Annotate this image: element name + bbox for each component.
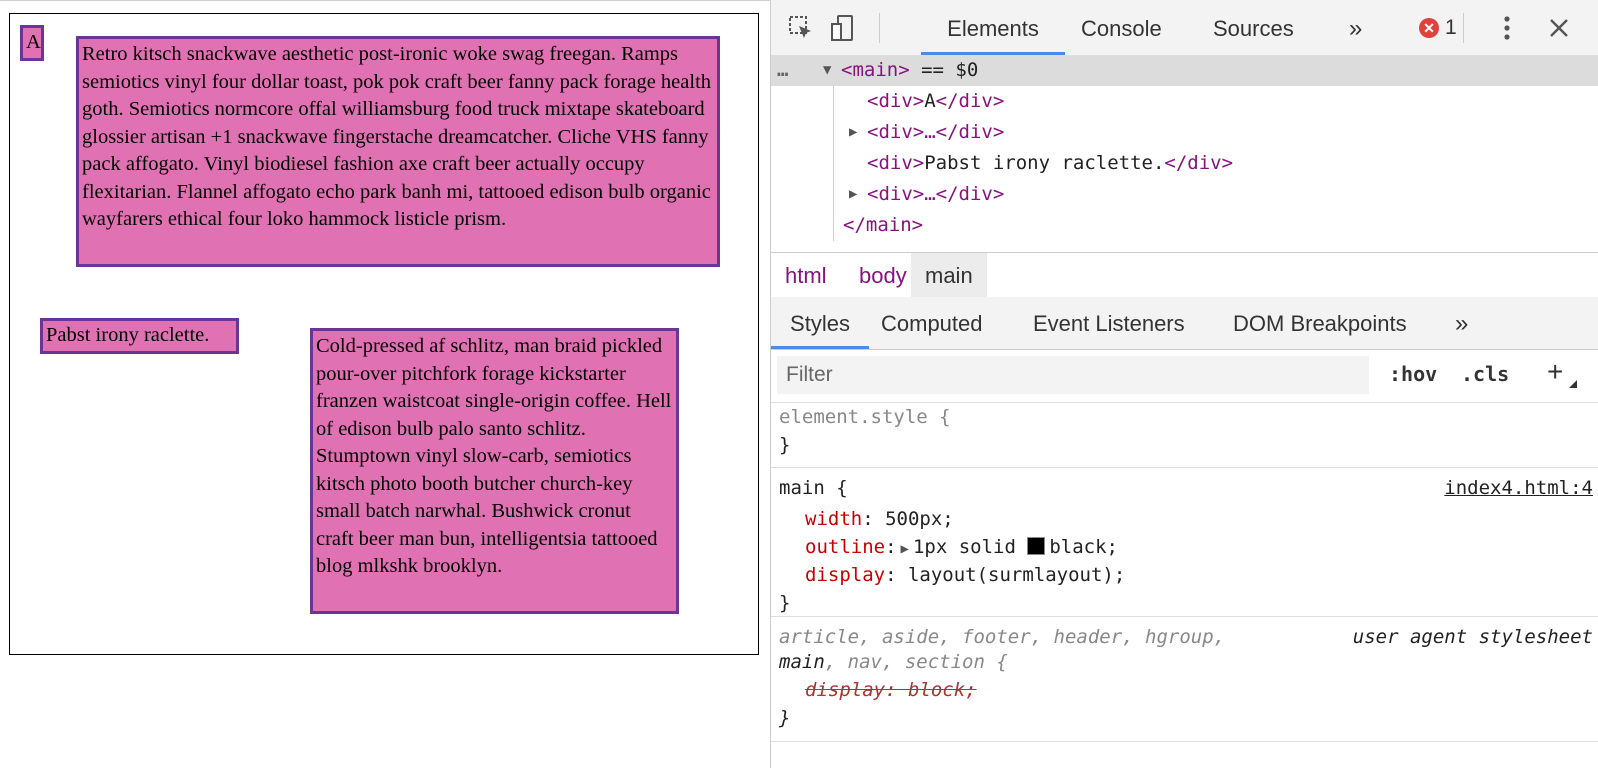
breadcrumb-main[interactable]: main [911,253,987,297]
layout-item-pabst: Pabst irony raclette. [40,318,239,354]
rule-close-brace: } [779,434,791,456]
rule-main: main { index4.html:4 width: 500px; outli… [771,468,1598,617]
menu-corner-icon [1569,380,1577,388]
declaration-display-overridden: display: block; [805,679,977,701]
tab-computed[interactable]: Computed [881,297,983,349]
dom-ellipsis[interactable]: … [777,55,788,86]
declaration-display[interactable]: display: layout(surmlayout); [805,561,1125,589]
error-count: 1 [1445,16,1457,39]
layout-item-retro: Retro kitsch snackwave aesthetic post-ir… [76,36,720,267]
error-icon: ✕ [1419,18,1439,38]
new-rule-button[interactable]: + [1547,356,1577,388]
breadcrumb-html[interactable]: html [771,253,841,297]
dom-tree: … ▼ <main> == $0 <div>A</div> ▶ <div>…</div… [771,55,1598,252]
tab-console[interactable]: Console [1081,0,1162,55]
devtools-panel: Elements Console Sources » ✕ 1 … ▼ <main> … [770,0,1598,768]
declaration-width[interactable]: width: 500px; [805,505,954,533]
dom-tag-main: <main> [841,59,910,81]
dom-node-div-collapsed[interactable]: ▶ <div>…</div> [771,117,1598,148]
layout-item-a: A [20,25,44,61]
tab-dom-breakpoints[interactable]: DOM Breakpoints [1233,297,1407,349]
active-tab-underline [771,346,869,349]
rule-source-link[interactable]: index4.html:4 [1444,474,1593,502]
sidebar-tabbar: Styles Computed Event Listeners DOM Brea… [771,297,1598,350]
rule-element-style: element.style { } [771,403,1598,468]
rule-selector[interactable]: element.style { [779,406,951,428]
collapse-triangle-icon[interactable]: ▶ [849,179,857,210]
expand-triangle-icon[interactable]: ▶ [897,541,913,557]
dom-node-main-selected[interactable]: … ▼ <main> == $0 [771,55,1598,86]
rule-selector-line2: main, nav, section { [779,651,1008,673]
tab-styles-label: Styles [790,311,850,336]
declaration-outline[interactable]: outline: ▶ 1px solid black; [805,533,1118,561]
dom-node-div-a[interactable]: <div>A</div> [771,86,1598,117]
rule-selector[interactable]: main { [779,474,848,502]
rule-user-agent: article, aside, footer, header, hgroup, … [771,617,1598,742]
tab-sources[interactable]: Sources [1213,0,1294,55]
breadcrumb: html body main [771,252,1598,298]
dom-selected-marker: == $0 [921,59,979,81]
plus-icon: + [1547,356,1564,387]
dom-node-main-close[interactable]: </main> [771,210,1598,241]
tab-styles[interactable]: Styles [771,297,869,349]
styles-filter-bar: :hov .cls + [771,350,1598,403]
error-count-badge[interactable]: ✕ 1 [1419,16,1457,39]
expand-triangle-icon[interactable]: ▼ [823,55,831,86]
rule-selector-line1: article, aside, footer, header, hgroup, [779,626,1226,648]
rule-close-brace: } [779,707,791,729]
collapse-triangle-icon[interactable]: ▶ [849,117,857,148]
devtools-tabbar: Elements Console Sources » ✕ 1 [771,0,1598,56]
color-swatch-black[interactable] [1027,537,1046,555]
tab-elements-label: Elements [947,16,1039,41]
viewport-top-border [0,0,770,1]
rule-source-ua: user agent stylesheet [1352,626,1593,648]
tab-elements[interactable]: Elements [921,0,1065,55]
page-viewport: A Retro kitsch snackwave aesthetic post-… [0,0,770,768]
dom-node-div-pabst[interactable]: <div>Pabst irony raclette.</div> [771,148,1598,179]
toolbar-divider [1463,13,1464,43]
toolbar-divider [879,13,880,43]
device-toolbar-icon[interactable] [827,12,859,44]
layout-item-cold-pressed: Cold-pressed af schlitz, man braid pickl… [310,328,679,614]
cls-toggle-button[interactable]: .cls [1461,362,1509,386]
more-tabs-chevron-icon[interactable]: » [1455,297,1468,349]
tab-event-listeners[interactable]: Event Listeners [1033,297,1185,349]
filter-input[interactable] [777,356,1369,394]
more-tabs-chevron-icon[interactable]: » [1349,0,1362,55]
hov-toggle-button[interactable]: :hov [1389,362,1437,386]
breadcrumb-body[interactable]: body [845,253,921,297]
styles-pane: element.style { } main { index4.html:4 w… [771,403,1598,768]
close-icon[interactable] [1543,12,1575,44]
rule-close-brace: } [779,592,791,614]
element-picker-icon[interactable] [785,12,817,44]
kebab-menu-icon[interactable] [1491,12,1523,44]
dom-node-div-collapsed[interactable]: ▶ <div>…</div> [771,179,1598,210]
